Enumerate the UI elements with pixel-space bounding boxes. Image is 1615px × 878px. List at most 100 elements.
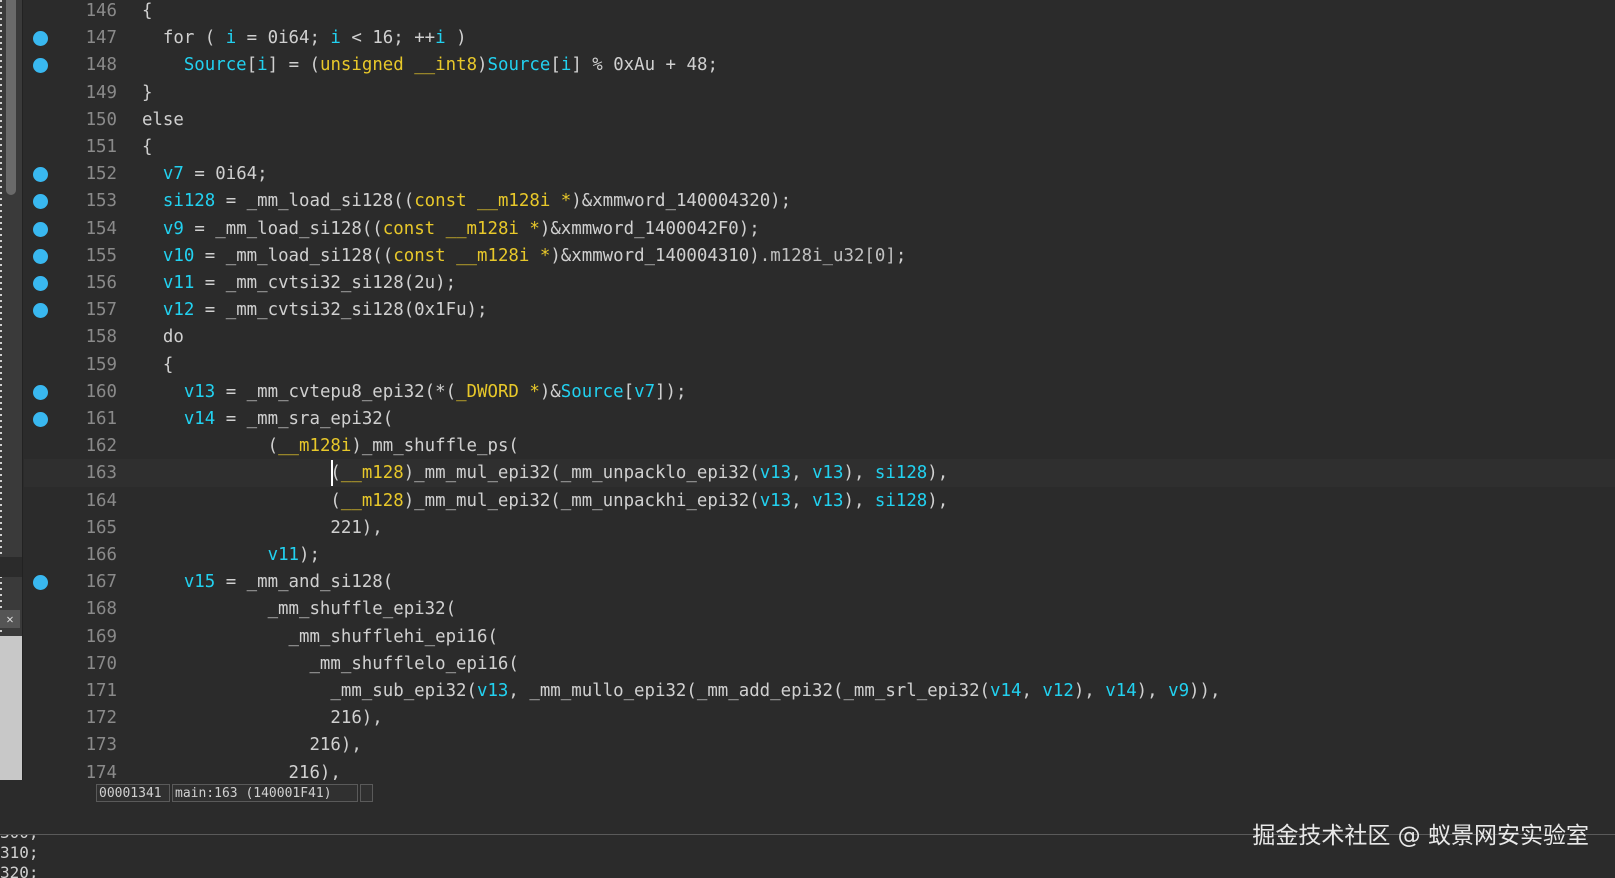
breakpoint-icon[interactable] [33, 575, 48, 591]
code-token: v11 [267, 545, 300, 565]
code-line[interactable]: 149 } [24, 79, 1615, 107]
code-token: ); [299, 545, 320, 565]
code-line[interactable]: 157 v12 = _mm_cvtsi32_si128(0x1Fu); [24, 296, 1615, 324]
code-token: i [435, 28, 446, 49]
breakpoint-icon[interactable] [33, 412, 48, 427]
code-token: v14 [1105, 681, 1137, 701]
breakpoint-icon[interactable] [33, 221, 48, 237]
scrollbar-thumb[interactable] [6, 0, 16, 195]
breakpoint-icon[interactable] [33, 167, 48, 183]
close-icon[interactable]: ✕ [0, 610, 20, 628]
code-token: 216), [121, 762, 341, 780]
breakpoint-icon[interactable] [33, 31, 48, 47]
code-line[interactable]: 147 for ( i = 0i64; i < 16; ++i ) [24, 24, 1615, 52]
code-token: [ [623, 381, 635, 402]
code-line[interactable]: 153 si128 = _mm_load_si128((const __m128… [24, 187, 1615, 215]
code-line[interactable]: 150 else [24, 106, 1615, 134]
code-token: Source [560, 381, 624, 402]
code-token: si128 [874, 463, 928, 484]
breakpoint-icon[interactable] [33, 58, 48, 74]
line-number: 174 [85, 762, 117, 780]
code-token: unsigned __int8 [319, 55, 478, 76]
code-token: ( [121, 490, 341, 511]
code-line[interactable]: 152 v7 = 0i64; [24, 160, 1615, 188]
code-text: else [121, 106, 184, 134]
breakpoint-icon[interactable] [33, 248, 48, 264]
code-line[interactable]: 160 v13 = _mm_cvtepu8_epi32(*(_DWORD *)&… [24, 378, 1615, 406]
breakpoint-icon[interactable] [33, 384, 48, 400]
code-token: } [121, 82, 153, 103]
code-token: ] = ( [267, 55, 320, 76]
code-line[interactable]: 166 v11); [24, 541, 1615, 569]
code-line[interactable]: 156 v11 = _mm_cvtsi32_si128(2u); [24, 269, 1615, 297]
code-text: (__m128)_mm_mul_epi32(_mm_unpackhi_epi32… [121, 487, 948, 515]
code-token: = _mm_cvtsi32_si128(0x1Fu); [194, 300, 488, 321]
code-token: = 0i64; [183, 164, 268, 185]
breakpoint-icon[interactable] [33, 276, 48, 291]
line-number: 151 [85, 137, 117, 157]
code-line[interactable]: 154 v9 = _mm_load_si128((const __m128i *… [24, 215, 1615, 243]
code-line[interactable]: 163 (__m128)_mm_mul_epi32(_mm_unpacklo_e… [24, 459, 1615, 488]
output-line: 300; [0, 835, 39, 843]
code-line[interactable]: 158 do [24, 323, 1615, 351]
code-token: { [121, 137, 153, 157]
line-number: 158 [85, 327, 117, 348]
code-line[interactable]: 169 _mm_shufflehi_epi16( [24, 623, 1615, 651]
code-token: v10 [162, 245, 195, 266]
code-line[interactable]: 174 216), [24, 759, 1615, 780]
code-line[interactable]: 168 _mm_shuffle_epi32( [24, 595, 1615, 623]
code-token: do [121, 327, 184, 348]
code-text: v10 = _mm_load_si128((const __m128i *)&x… [121, 242, 906, 270]
code-text: { [121, 133, 152, 161]
text-cursor [331, 460, 333, 486]
code-token: 216), [121, 708, 383, 729]
code-text: (__m128i)_mm_shuffle_ps( [121, 432, 519, 460]
code-token: { [121, 1, 153, 21]
pseudocode-editor[interactable]: 146 {147 for ( i = 0i64; i < 16; ++i ) 14… [24, 0, 1615, 780]
code-line[interactable]: 151 { [24, 133, 1615, 161]
code-line[interactable]: 164 (__m128)_mm_mul_epi32(_mm_unpackhi_e… [24, 487, 1615, 515]
code-token: v14 [183, 409, 216, 429]
code-line[interactable]: 161 v14 = _mm_sra_epi32( [24, 405, 1615, 433]
code-token: ) [445, 28, 467, 49]
code-token: v13 [759, 490, 792, 511]
code-line[interactable]: 172 216), [24, 704, 1615, 732]
code-line[interactable]: 162 (__m128i)_mm_shuffle_ps( [24, 432, 1615, 460]
code-line[interactable]: 173 216), [24, 731, 1615, 759]
watermark-text: 掘金技术社区 @ 蚁景网安实验室 [1252, 823, 1589, 849]
code-token: v15 [183, 572, 216, 593]
code-line[interactable]: 171 _mm_sub_epi32(v13, _mm_mullo_epi32(_… [24, 677, 1615, 705]
line-number: 163 [85, 463, 117, 484]
code-token: ), [843, 463, 875, 484]
breakpoint-icon[interactable] [33, 303, 48, 319]
code-line[interactable]: 146 { [24, 0, 1615, 25]
code-line[interactable]: 167 v15 = _mm_and_si128( [24, 568, 1615, 596]
code-token: else [121, 109, 184, 130]
code-text: v11 = _mm_cvtsi32_si128(2u); [121, 269, 456, 297]
code-token: ]); [655, 381, 687, 402]
code-token: , _mm_mullo_epi32(_mm_add_epi32(_mm_srl_… [508, 681, 991, 701]
line-number: 162 [85, 436, 117, 457]
code-token: _mm_shufflelo_epi16( [121, 653, 519, 674]
breakpoint-icon[interactable] [33, 194, 48, 210]
code-token: ), [1136, 681, 1169, 701]
code-line[interactable]: 155 v10 = _mm_load_si128((const __m128i … [24, 242, 1615, 270]
code-line[interactable]: 148 Source[i] = (unsigned __int8)Source[… [24, 51, 1615, 79]
code-token: for ( [121, 28, 226, 49]
code-token: = _mm_and_si128( [215, 572, 394, 593]
code-text: si128 = _mm_load_si128((const __m128i *)… [121, 187, 791, 215]
code-text: { [121, 0, 152, 25]
line-number: 173 [85, 735, 117, 756]
code-text: v9 = _mm_load_si128((const __m128i *)&xm… [121, 215, 760, 243]
code-token: v13 [812, 490, 844, 511]
code-line[interactable]: 159 { [24, 351, 1615, 379]
code-line[interactable]: 170 _mm_shufflelo_epi16( [24, 650, 1615, 678]
code-line[interactable]: 165 221), [24, 514, 1615, 542]
code-token: )&xmmword_140004320); [571, 191, 792, 212]
